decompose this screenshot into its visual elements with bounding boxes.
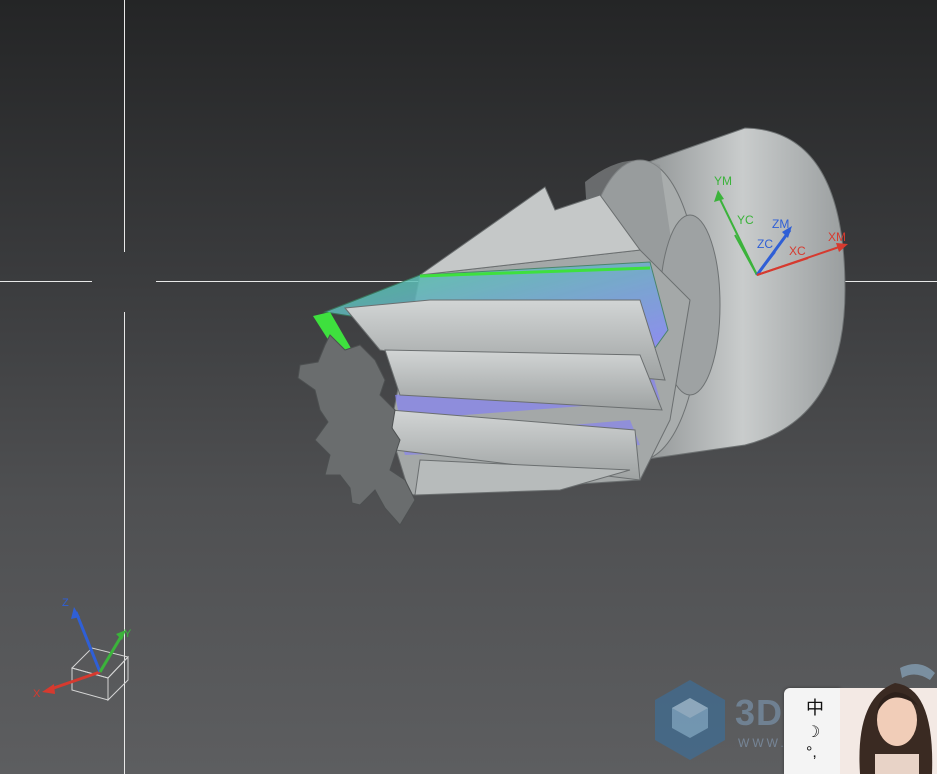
view-triad[interactable]: X Z Y [33,597,132,702]
ime-toolbar[interactable]: 中 ☽ °, [784,688,840,774]
label-ym: YM [714,174,732,188]
watermark-text: 3D [735,692,784,733]
avatar-photo [840,664,937,774]
label-zm: ZM [772,217,789,231]
triad-label-y: Y [124,628,132,640]
label-xm: XM [828,230,846,244]
ime-mode-toggle[interactable]: ☽ [806,722,820,742]
label-yc: YC [737,213,754,227]
triad-label-z: Z [62,597,69,609]
ime-punct-toggle[interactable]: °, [806,744,817,762]
ime-lang-toggle[interactable]: 中 [806,694,824,720]
gear-model[interactable]: YM YC ZM ZC XC XM X Z Y [0,0,937,774]
label-zc: ZC [757,237,773,251]
label-xc: XC [789,244,806,258]
cube-logo-icon [655,680,725,760]
triad-label-x: X [33,688,41,700]
graphics-viewport[interactable]: YM YC ZM ZC XC XM X Z Y 3D 中 ☽ °, [0,0,937,774]
